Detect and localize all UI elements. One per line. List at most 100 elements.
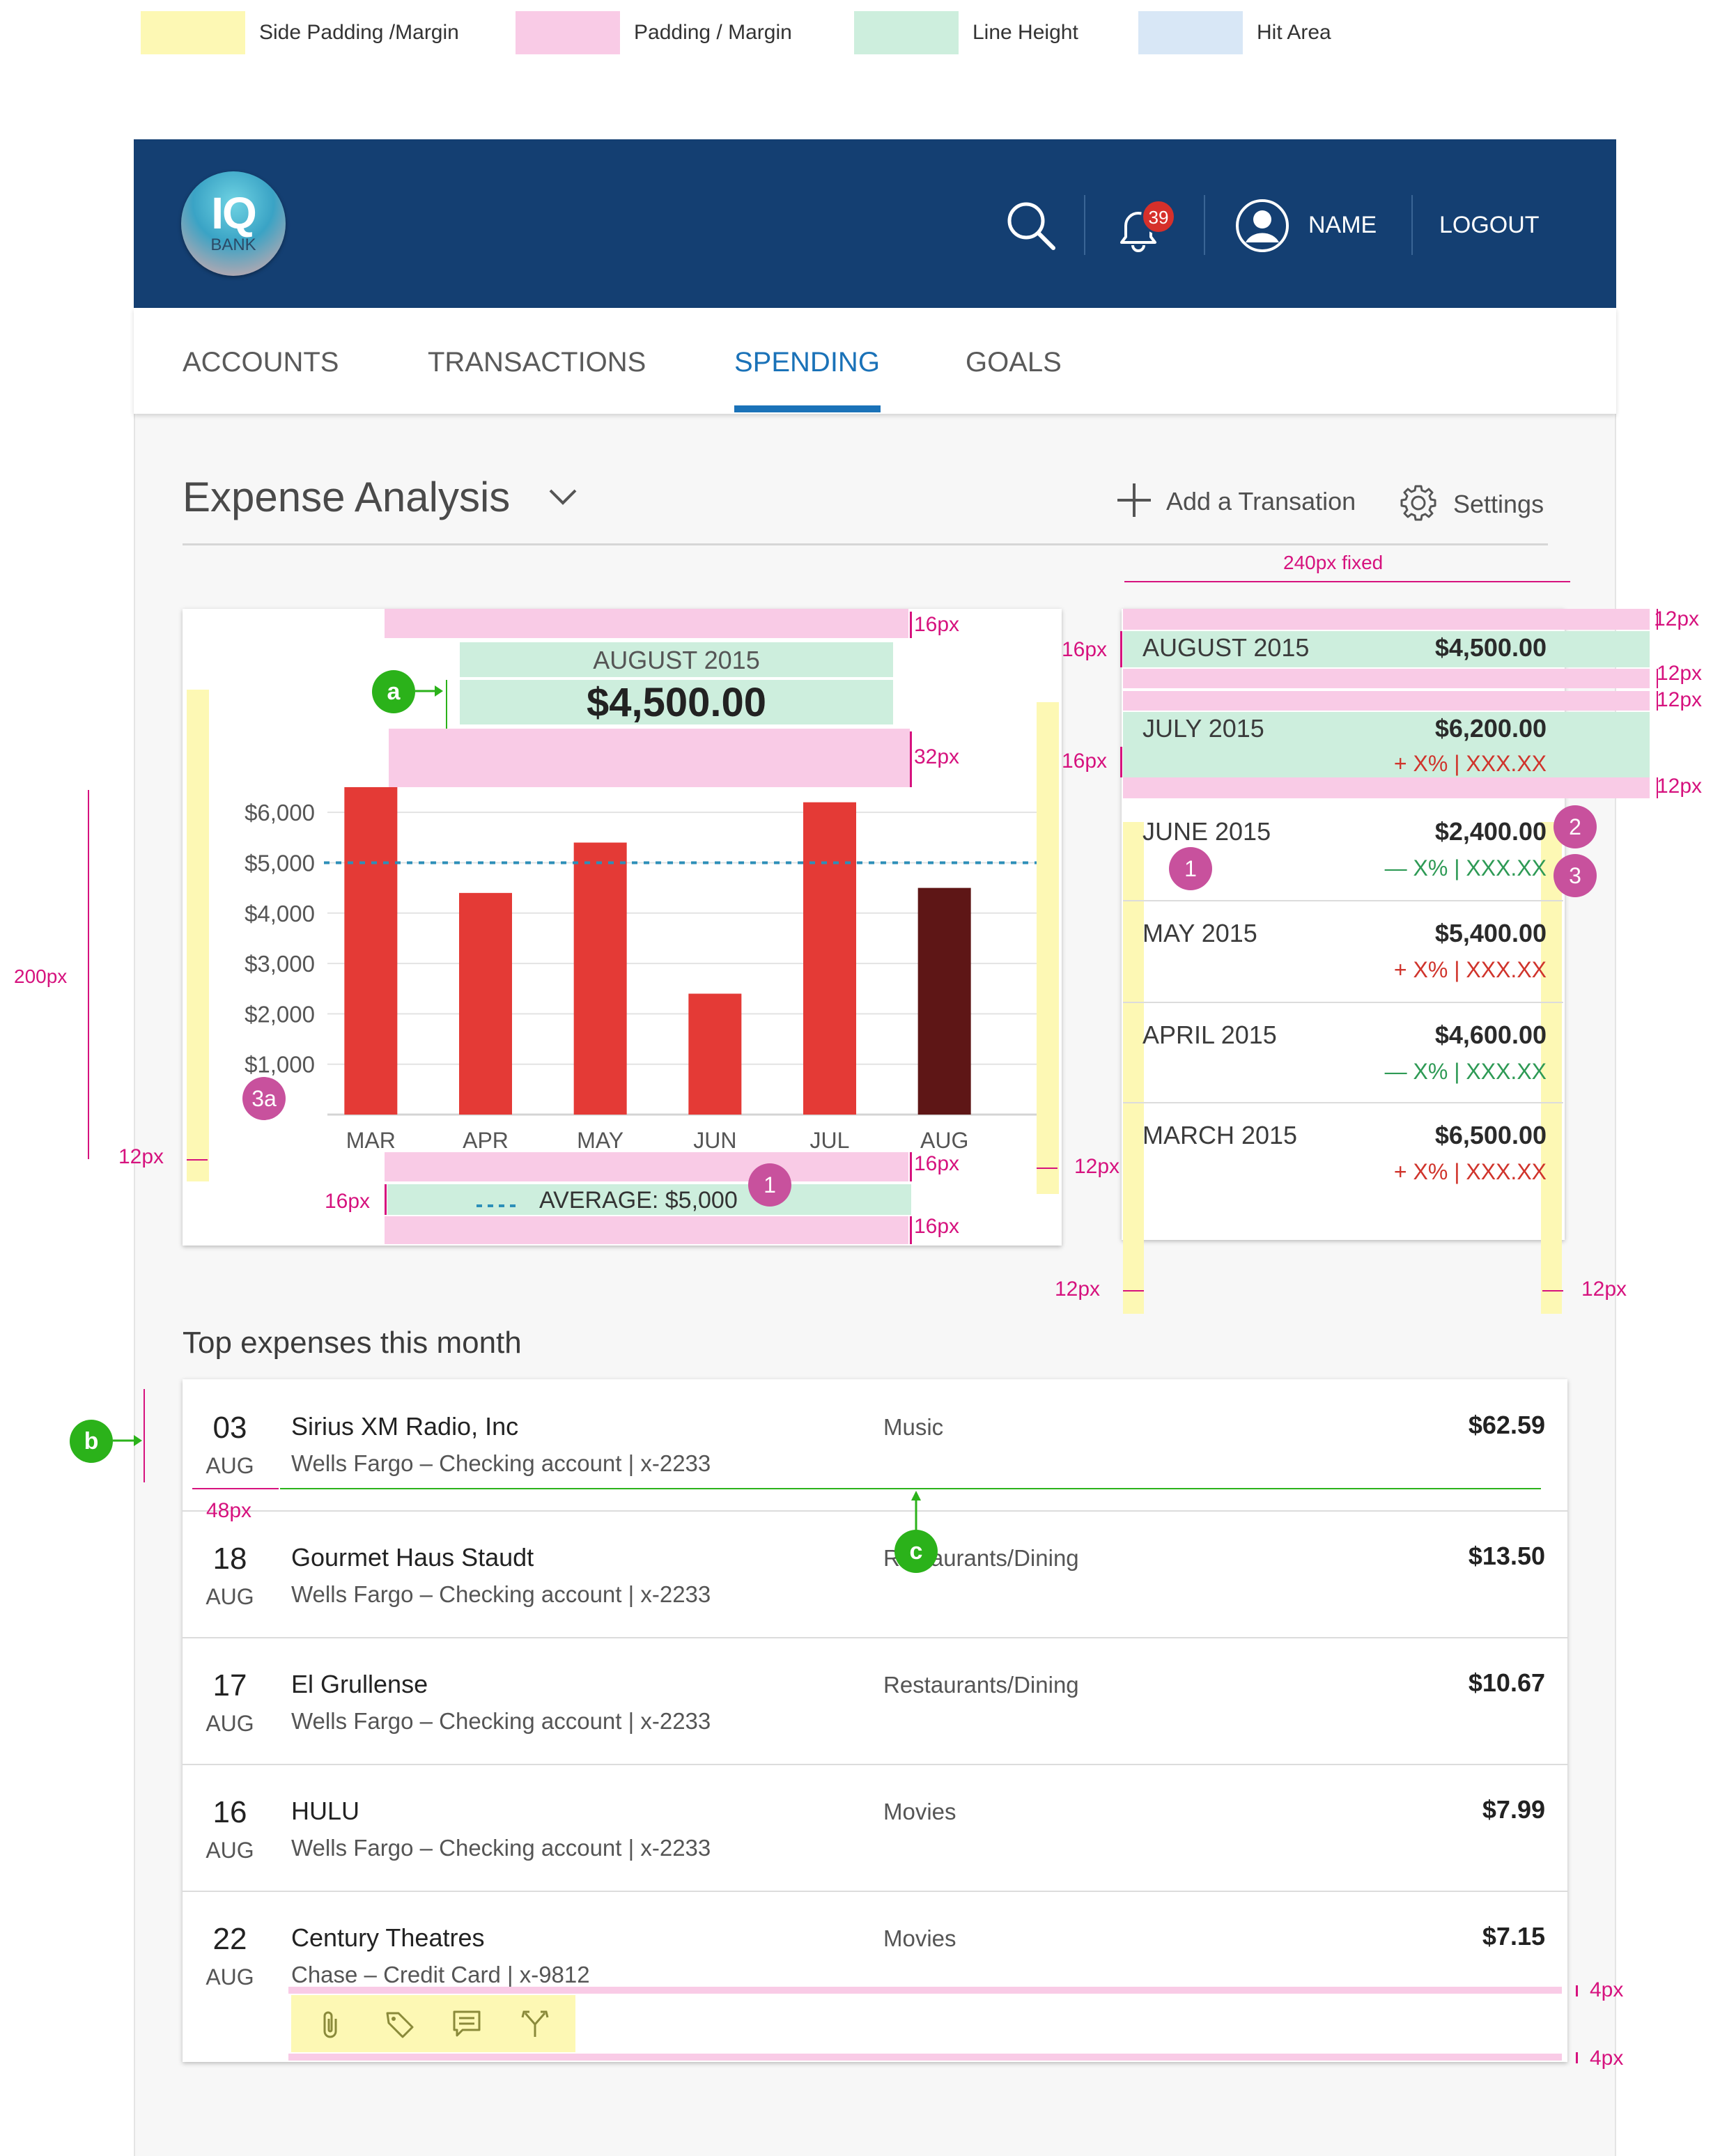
bar-chart: $1,000 $2,000 $3,000 $4,000 $5,000 $6,000 MAR A…: [245, 787, 1037, 1153]
logout-link[interactable]: LOGOUT: [1439, 213, 1540, 237]
annotation-tick: [1123, 1290, 1144, 1292]
bar-may: [573, 842, 627, 1115]
annotation-marker-1: 1: [748, 1163, 791, 1207]
change-sign: —: [1384, 1059, 1407, 1084]
change-value: X% | XXX.XX: [1413, 855, 1547, 881]
tx-category[interactable]: Movies: [883, 1927, 956, 1950]
settings-button[interactable]: Settings: [1453, 492, 1544, 517]
average-line-legend-icon: [477, 1198, 516, 1207]
tx-account: Wells Fargo – Checking account | x-2233: [291, 1581, 711, 1607]
add-transaction-button[interactable]: Add a Transation: [1166, 489, 1356, 514]
annotation-tick: [1542, 1290, 1563, 1292]
tx-month: AUG: [206, 1838, 254, 1863]
tag-icon: [386, 2012, 414, 2038]
month-label[interactable]: MAY 2015: [1142, 921, 1257, 946]
annotation-12px: 12px: [1657, 662, 1703, 685]
annotation-16px: 16px: [914, 1215, 960, 1238]
bar-mar: [344, 787, 398, 1115]
tx-merchant[interactable]: El Grullense: [291, 1672, 428, 1697]
tx-month: AUG: [206, 1453, 254, 1478]
notification-count: 39: [1148, 207, 1169, 228]
app-header: [134, 139, 1616, 308]
annotation-marker-a: a: [372, 670, 415, 713]
annotation-16px: 16px: [325, 1190, 371, 1213]
bank-logo[interactable]: IQ BANK: [181, 171, 286, 276]
tab-accounts[interactable]: ACCOUNTS: [183, 348, 339, 376]
annotation-4px: 4px: [1590, 2047, 1624, 2070]
chevron-down-icon[interactable]: [548, 486, 578, 507]
tab-goals[interactable]: GOALS: [966, 348, 1062, 376]
annotation-12px: 12px: [1581, 1278, 1627, 1301]
month-divider: [1123, 1002, 1563, 1003]
top-expenses-title: Top expenses this month: [183, 1326, 522, 1360]
annotation-marker-1: 1: [1169, 847, 1212, 890]
tx-merchant[interactable]: HULU: [291, 1799, 359, 1824]
user-name-link[interactable]: NAME: [1308, 213, 1377, 237]
legend-swatch-line-height: [854, 11, 959, 54]
user-avatar-icon[interactable]: [1234, 198, 1290, 254]
annotation-48px: 48px: [206, 1499, 252, 1522]
month-change: + X% | XXX.XX: [1324, 752, 1547, 775]
tx-month: AUG: [206, 1584, 254, 1609]
search-icon[interactable]: [1003, 198, 1059, 254]
change-sign: —: [1384, 855, 1407, 881]
tx-divider: [183, 1764, 1567, 1765]
month-divider: [1123, 1102, 1563, 1103]
month-label[interactable]: JUNE 2015: [1142, 819, 1271, 844]
gear-icon[interactable]: [1399, 483, 1438, 522]
month-label[interactable]: AUGUST 2015: [1142, 635, 1309, 660]
month-label[interactable]: JULY 2015: [1142, 716, 1264, 741]
tx-merchant[interactable]: Century Theatres: [291, 1925, 484, 1951]
header-divider: [1411, 195, 1413, 255]
tx-day: 17: [212, 1668, 247, 1703]
notification-badge[interactable]: 39: [1141, 199, 1176, 234]
annotation-12px: 12px: [1657, 775, 1703, 798]
y-tick-label: $6,000: [245, 800, 315, 825]
split-button[interactable]: [495, 1995, 575, 2052]
annotation-marker-2: 2: [1554, 805, 1597, 848]
annotation-padding: [288, 1987, 1562, 1994]
month-change: — X% | XXX.XX: [1324, 857, 1547, 879]
tx-divider: [183, 1637, 1567, 1638]
annotation-16px: 16px: [1062, 638, 1108, 661]
plus-icon[interactable]: [1116, 482, 1152, 518]
tab-transactions[interactable]: TRANSACTIONS: [428, 348, 646, 376]
annotation-arrow-b: [113, 1434, 142, 1448]
tx-category[interactable]: Music: [883, 1416, 943, 1438]
annotation-tick: [385, 1184, 387, 1215]
tx-account: Wells Fargo – Checking account | x-2233: [291, 1835, 711, 1861]
annotation-side-padding: [1123, 822, 1144, 1314]
change-value: X% | XXX.XX: [1413, 1059, 1547, 1084]
annotation-4px: 4px: [1590, 1978, 1624, 2001]
tx-merchant[interactable]: Sirius XM Radio, Inc: [291, 1414, 518, 1439]
tx-category[interactable]: Restaurants/Dining: [883, 1673, 1079, 1696]
annotation-tick: [1657, 691, 1658, 711]
bar-apr: [459, 892, 512, 1115]
annotation-marker-3: 3: [1554, 854, 1597, 897]
active-tab-indicator: [734, 405, 881, 412]
average-label: AVERAGE: $5,000: [539, 1187, 738, 1213]
bar-aug: [917, 887, 971, 1115]
tx-merchant[interactable]: Gourmet Haus Staudt: [291, 1545, 534, 1570]
tab-spending[interactable]: SPENDING: [734, 348, 880, 376]
legend-label-padding: Padding / Margin: [634, 21, 792, 44]
month-label[interactable]: MARCH 2015: [1142, 1123, 1297, 1148]
tx-day: 22: [212, 1922, 247, 1956]
page-title[interactable]: Expense Analysis: [183, 476, 510, 518]
annotation-tick: [1120, 747, 1122, 777]
tx-category[interactable]: Movies: [883, 1800, 956, 1823]
change-sign: +: [1393, 751, 1407, 776]
month-amount: $6,200.00: [1434, 714, 1547, 743]
annotation-padding: [1123, 777, 1650, 798]
month-label[interactable]: APRIL 2015: [1142, 1023, 1277, 1048]
month-change: + X% | XXX.XX: [1324, 1161, 1547, 1183]
annotation-padding: [1123, 609, 1650, 630]
change-sign: +: [1393, 1159, 1407, 1184]
annotation-row-height-line: [144, 1389, 145, 1482]
annotation-tick: [1657, 669, 1658, 688]
annotation-fixed-width-line: [1124, 581, 1570, 582]
y-tick-label: $4,000: [245, 901, 315, 926]
y-tick-label: $2,000: [245, 1001, 315, 1027]
annotation-bracket-a: [446, 680, 447, 729]
annotation-12px: 12px: [118, 1145, 164, 1168]
